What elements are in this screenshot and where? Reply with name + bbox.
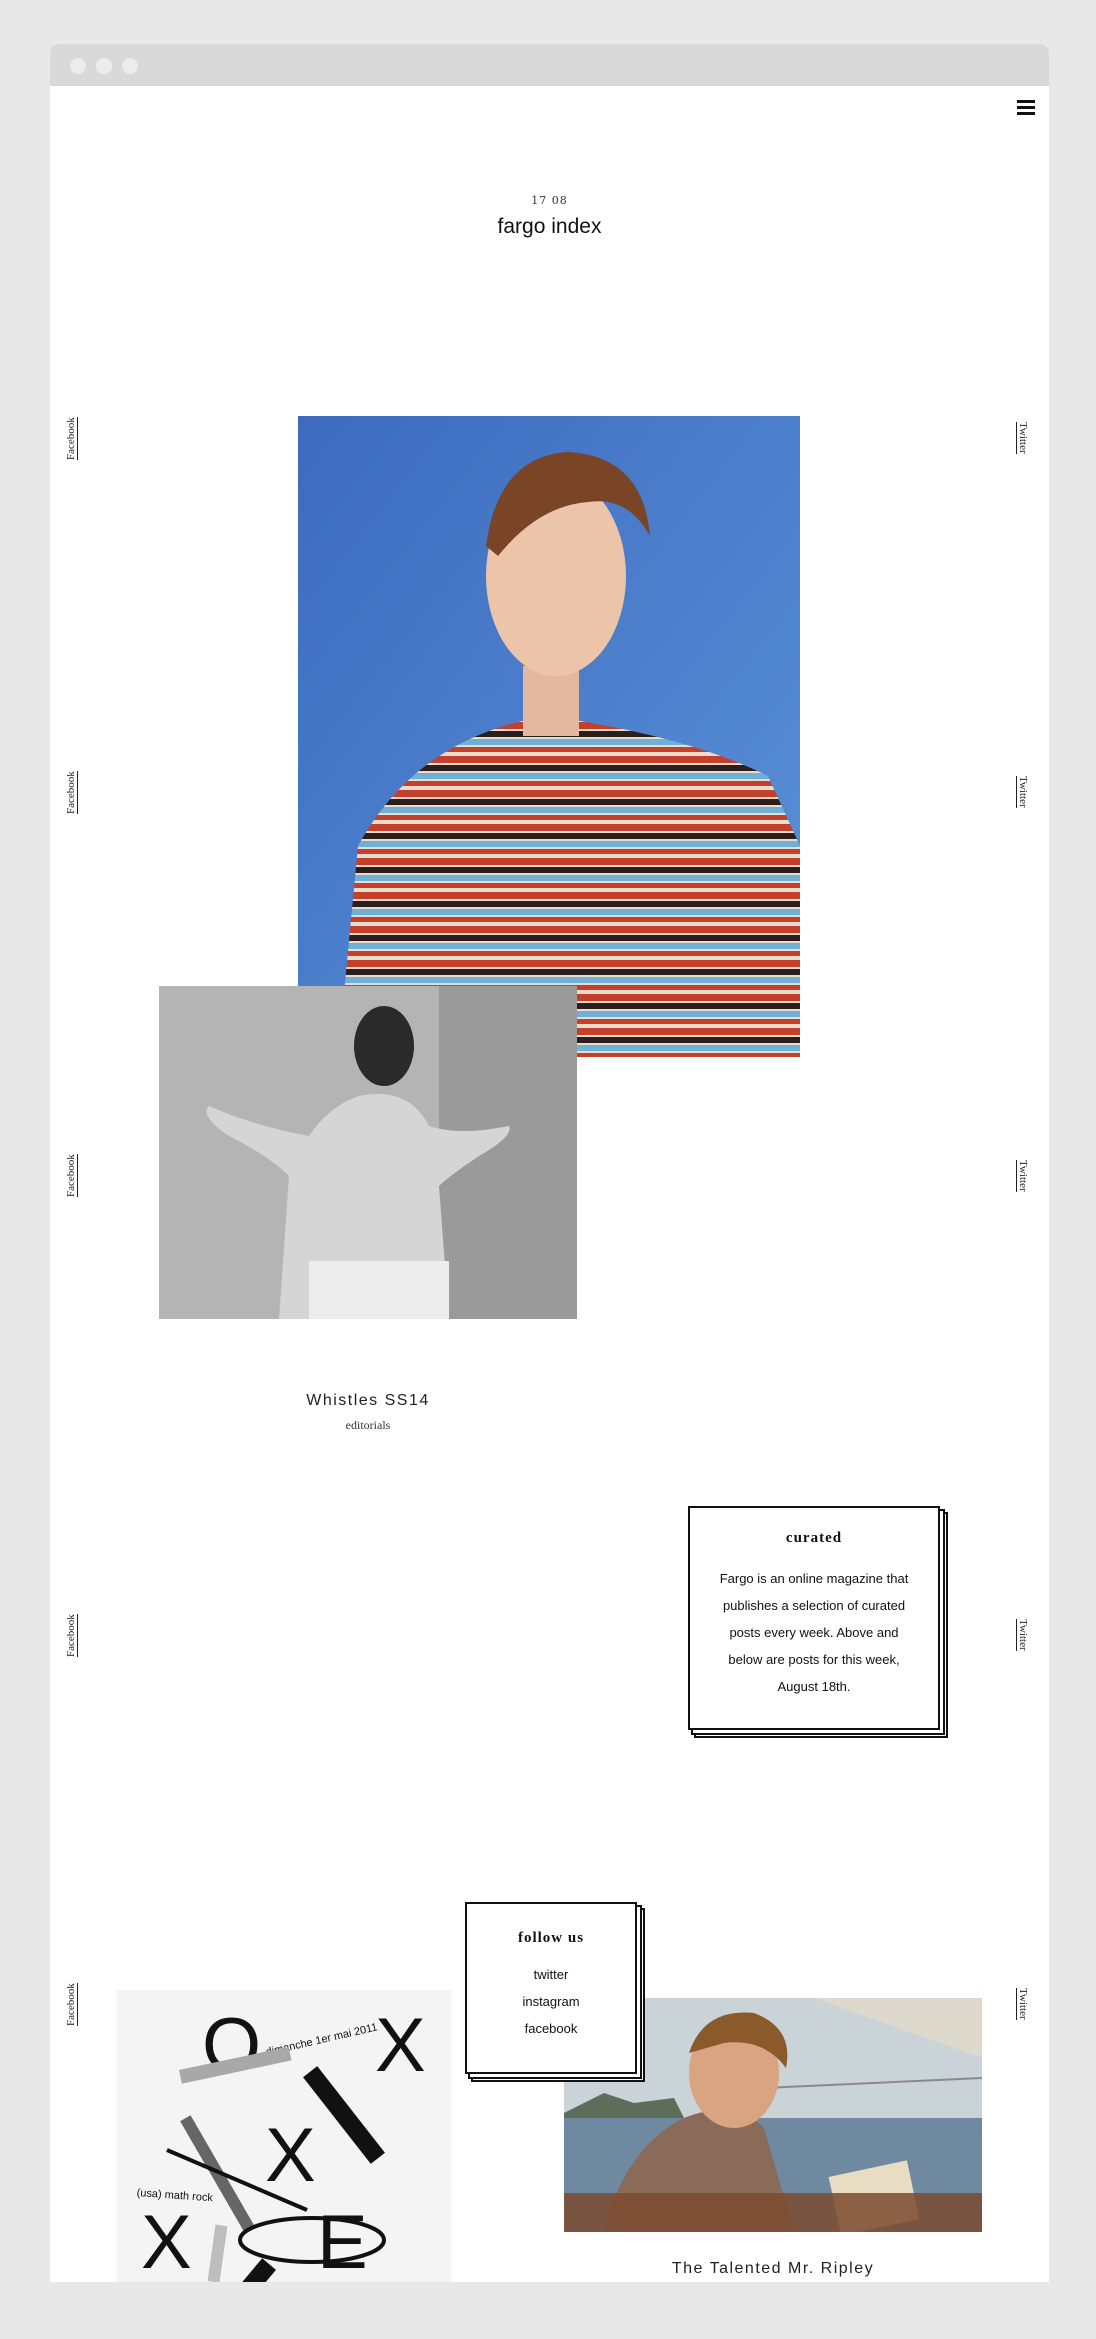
- side-link-twitter[interactable]: Twitter: [1016, 1160, 1029, 1192]
- whistles-editorial-photo[interactable]: [159, 986, 577, 1319]
- post-title[interactable]: Whistles SS14: [159, 1392, 577, 1410]
- window-minimize-dot[interactable]: [96, 58, 112, 74]
- page-content: 17 08 fargo index Facebook Facebook Face…: [50, 86, 1049, 2282]
- post-caption: The Talented Mr. Ripley: [564, 2260, 982, 2278]
- curated-card-stack: curated Fargo is an online magazine that…: [688, 1506, 948, 1738]
- curated-heading: curated: [785, 1530, 843, 1546]
- page-title: fargo index: [497, 215, 602, 238]
- follow-link-facebook[interactable]: facebook: [467, 2015, 635, 2042]
- portrait-striped-sweater-photo[interactable]: [298, 416, 800, 1057]
- side-link-twitter[interactable]: Twitter: [1016, 1619, 1029, 1651]
- side-link-facebook[interactable]: Facebook: [65, 1983, 78, 2026]
- issue-date: 17 08: [531, 194, 568, 207]
- side-link-facebook[interactable]: Facebook: [65, 417, 78, 460]
- side-link-twitter[interactable]: Twitter: [1016, 1988, 1029, 2020]
- browser-window: 17 08 fargo index Facebook Facebook Face…: [50, 44, 1049, 2282]
- follow-us-heading: follow us: [517, 1930, 585, 1946]
- post-title[interactable]: The Talented Mr. Ripley: [564, 2260, 982, 2278]
- hamburger-menu-icon[interactable]: [1017, 100, 1035, 116]
- follow-link-twitter[interactable]: twitter: [467, 1961, 635, 1988]
- curated-text-line: posts every week. Above and: [729, 1625, 899, 1640]
- curated-card: curated Fargo is an online magazine that…: [688, 1506, 940, 1730]
- follow-us-card-stack: follow us twitter instagram facebook: [465, 1902, 645, 2082]
- side-link-facebook[interactable]: Facebook: [65, 1614, 78, 1657]
- post-category[interactable]: editorials: [159, 1418, 577, 1433]
- curated-text-line: Fargo is an online magazine that: [719, 1571, 909, 1586]
- follow-us-card: follow us twitter instagram facebook: [465, 1902, 637, 2074]
- browser-titlebar: [50, 44, 1049, 86]
- window-maximize-dot[interactable]: [122, 58, 138, 74]
- side-link-facebook[interactable]: Facebook: [65, 771, 78, 814]
- math-rock-poster-image[interactable]: O X X X E dimanche 1er mai 2011 (usa) ma…: [117, 1990, 451, 2282]
- curated-text-line: publishes a selection of curated: [722, 1598, 906, 1613]
- follow-link-instagram[interactable]: instagram: [467, 1988, 635, 2015]
- curated-text-line: August 18th.: [777, 1679, 851, 1694]
- side-link-twitter[interactable]: Twitter: [1016, 422, 1029, 454]
- curated-text-line: below are posts for this week,: [728, 1652, 900, 1667]
- post-caption: Whistles SS14 editorials: [159, 1392, 577, 1433]
- side-link-facebook[interactable]: Facebook: [65, 1154, 78, 1197]
- window-close-dot[interactable]: [70, 58, 86, 74]
- side-link-twitter[interactable]: Twitter: [1016, 776, 1029, 808]
